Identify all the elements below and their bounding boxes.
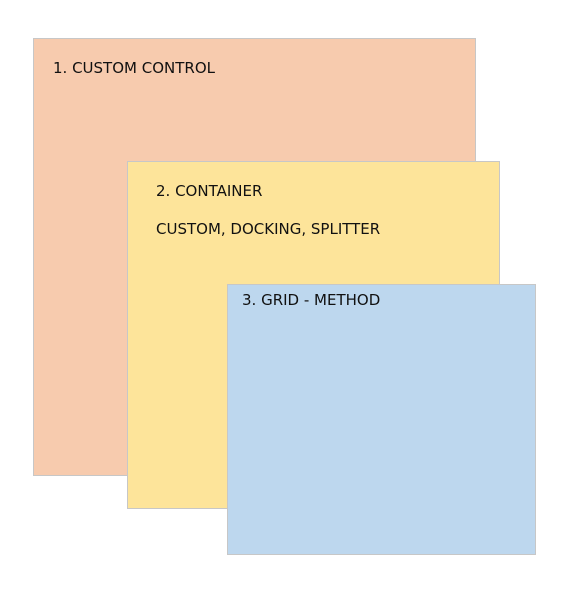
grid-method-title: 3. GRID - METHOD — [242, 291, 381, 309]
custom-control-title: 1. CUSTOM CONTROL — [53, 59, 215, 77]
grid-method-box: 3. GRID - METHOD — [227, 284, 536, 555]
container-title: 2. CONTAINER — [156, 182, 263, 200]
container-subtitle: CUSTOM, DOCKING, SPLITTER — [156, 220, 381, 238]
